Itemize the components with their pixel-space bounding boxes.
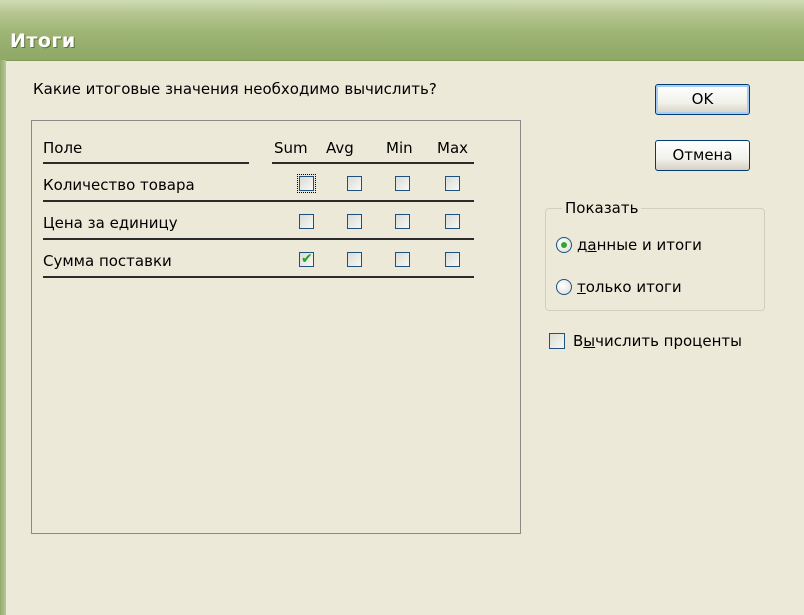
field-column-header: Поле (43, 139, 83, 157)
row-divider (43, 200, 474, 202)
sum-column-header: Sum (274, 139, 308, 157)
row-divider (43, 276, 474, 278)
checkbox-amount-max[interactable] (445, 252, 460, 267)
calculate-percent-label[interactable]: Вычислить проценты (573, 332, 742, 350)
question-label: Какие итоговые значения необходимо вычис… (33, 80, 437, 98)
totals-dialog: Итоги Какие итоговые значения необходимо… (0, 0, 804, 615)
row-divider (43, 238, 474, 240)
window-left-border (0, 60, 6, 615)
row-label-price: Цена за единицу (43, 214, 178, 232)
radio-totals-only[interactable] (556, 279, 572, 295)
checkbox-amount-sum[interactable]: ✔ (299, 251, 314, 267)
header-underline-field (43, 162, 249, 164)
checkbox-price-min[interactable] (395, 214, 410, 229)
checkbox-price-max[interactable] (445, 214, 460, 229)
radio-totals-only-label[interactable]: только итоги (577, 278, 682, 296)
ok-button[interactable]: OK (655, 84, 750, 115)
radio-selected-dot (561, 242, 567, 248)
checkbox-quantity-min[interactable] (395, 176, 410, 191)
checkmark-icon: ✔ (301, 251, 313, 267)
checkbox-quantity-sum[interactable] (297, 174, 316, 193)
avg-column-header: Avg (326, 139, 354, 157)
checkbox-price-avg[interactable] (347, 214, 362, 229)
checkbox-quantity-max[interactable] (445, 176, 460, 191)
title-bar[interactable]: Итоги (0, 0, 804, 61)
radio-data-and-totals[interactable] (556, 237, 572, 253)
max-column-header: Max (437, 139, 469, 157)
checkbox-quantity-avg[interactable] (347, 176, 362, 191)
checkbox-amount-min[interactable] (395, 252, 410, 267)
row-label-amount: Сумма поставки (43, 252, 172, 270)
row-label-quantity: Количество товара (43, 176, 195, 194)
checkbox-amount-avg[interactable] (347, 252, 362, 267)
min-column-header: Min (386, 139, 413, 157)
window-title: Итоги (10, 30, 76, 52)
cancel-button[interactable]: Отмена (655, 140, 750, 171)
header-underline-cols (272, 162, 474, 164)
field-list-box: Поле Sum Avg Min Max Количество товара Ц… (31, 120, 521, 534)
calculate-percent-checkbox[interactable] (549, 333, 565, 349)
show-group-title: Показать (562, 199, 642, 217)
checkbox-price-sum[interactable] (299, 214, 314, 229)
radio-data-and-totals-label[interactable]: данные и итоги (577, 236, 702, 254)
